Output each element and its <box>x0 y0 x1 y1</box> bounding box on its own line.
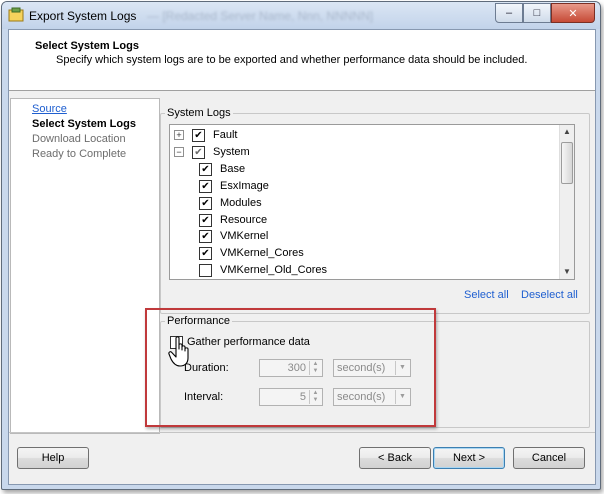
step-download-location: Download Location <box>32 133 126 145</box>
tree-item-label: VMKernel_Old_Cores <box>220 264 327 276</box>
title-bar[interactable]: Export System Logs — [Redacted Server Na… <box>2 2 600 29</box>
window-title: Export System Logs <box>29 9 137 23</box>
blurred-title-text: — [Redacted Server Name, Nnn, NNNNN] <box>147 9 374 23</box>
modules-checkbox[interactable]: ✔ <box>199 196 212 210</box>
system-logs-legend: System Logs <box>167 107 231 119</box>
collapse-icon[interactable]: − <box>174 147 184 157</box>
expand-icon[interactable]: + <box>174 130 184 140</box>
system-checkbox[interactable]: ✔ <box>192 145 205 159</box>
wizard-header: Select System Logs Specify which system … <box>9 30 595 91</box>
tree-item-esximage[interactable]: ✔ EsxImage <box>199 178 269 194</box>
system-logs-tree[interactable]: + ✔ Fault − ✔ System ✔ Base ✔ EsxImage ✔… <box>169 124 575 280</box>
step-source-link[interactable]: Source <box>32 103 67 115</box>
help-button[interactable]: Help <box>17 447 89 469</box>
minimize-button[interactable]: – <box>495 3 523 23</box>
tree-item-vmkernel-cores[interactable]: ✔ VMKernel_Cores <box>199 245 304 261</box>
tree-item-base[interactable]: ✔ Base <box>199 161 245 177</box>
next-button[interactable]: Next > <box>433 447 505 469</box>
back-button[interactable]: < Back <box>359 447 431 469</box>
scroll-up-icon[interactable]: ▲ <box>560 125 574 139</box>
cancel-button[interactable]: Cancel <box>513 447 585 469</box>
tree-scrollbar[interactable]: ▲ ▼ <box>559 125 574 279</box>
resource-checkbox[interactable]: ✔ <box>199 213 212 227</box>
tree-item-vmkernel[interactable]: ✔ VMKernel <box>199 228 268 244</box>
tree-item-partial[interactable]: + ✔ St <box>174 279 223 280</box>
page-title: Select System Logs <box>35 40 139 52</box>
select-all-link[interactable]: Select all <box>464 289 509 301</box>
tree-item-fault[interactable]: + ✔ Fault <box>174 127 237 143</box>
hand-pointer-cursor-icon <box>168 336 189 367</box>
page-description: Specify which system logs are to be expo… <box>56 54 528 66</box>
wizard-steps-panel: Source Select System Logs Download Locat… <box>10 98 160 434</box>
maximize-button[interactable]: □ <box>523 3 551 23</box>
tree-item-label: VMKernel <box>220 230 269 242</box>
tree-item-label: EsxImage <box>220 180 269 192</box>
base-checkbox[interactable]: ✔ <box>199 162 212 176</box>
tree-item-vmkernel-old-cores[interactable]: ✔ VMKernel_Old_Cores <box>199 262 327 278</box>
vmkernel-checkbox[interactable]: ✔ <box>199 229 212 243</box>
tree-item-label: Fault <box>213 129 238 141</box>
tree-item-system[interactable]: − ✔ System <box>174 144 250 160</box>
fault-checkbox[interactable]: ✔ <box>192 128 205 142</box>
tree-item-label: System <box>213 146 250 158</box>
app-icon <box>8 7 24 22</box>
esximage-checkbox[interactable]: ✔ <box>199 179 212 193</box>
step-ready-to-complete: Ready to Complete <box>32 148 127 160</box>
scroll-down-icon[interactable]: ▼ <box>560 265 574 279</box>
tree-item-label: VMKernel_Cores <box>220 247 304 259</box>
vmkernel-old-cores-checkbox[interactable]: ✔ <box>199 263 212 277</box>
deselect-all-link[interactable]: Deselect all <box>521 289 578 301</box>
close-button[interactable]: ✕ <box>551 3 595 23</box>
button-bar-divider <box>9 432 595 433</box>
vmkernel-cores-checkbox[interactable]: ✔ <box>199 246 212 260</box>
step-select-system-logs: Select System Logs <box>32 118 136 130</box>
tree-item-resource[interactable]: ✔ Resource <box>199 212 267 228</box>
tree-item-label: Modules <box>220 197 262 209</box>
tree-item-label: Base <box>220 163 246 175</box>
scrollbar-thumb[interactable] <box>561 142 573 184</box>
tree-item-label: Resource <box>220 214 268 226</box>
tree-item-modules[interactable]: ✔ Modules <box>199 195 262 211</box>
